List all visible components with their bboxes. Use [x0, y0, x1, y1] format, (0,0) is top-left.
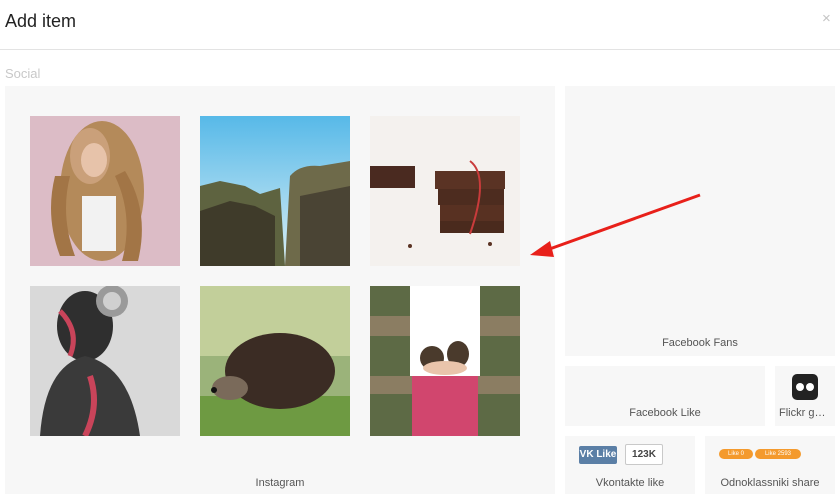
tile-label-facebook-like: Facebook Like: [629, 407, 701, 419]
body-paint-portrait-photo: [30, 286, 180, 436]
ok-like-button: Like 2593: [755, 449, 801, 459]
pinecones-in-hands-photo: [370, 286, 520, 436]
ok-like-button-text: Like: [727, 451, 739, 457]
ok-like-button-count: 0: [740, 451, 745, 457]
tile-label-facebook-fans: Facebook Fans: [662, 337, 738, 349]
tile-label-instagram: Instagram: [255, 477, 305, 489]
mountain-cliffs-photo: [200, 116, 350, 266]
dialog-header: Add item ×: [0, 0, 840, 50]
odnoklassniki-tile[interactable]: Like 0 Like 2593 Odnoklassniki share: [705, 436, 835, 494]
curly-haired-woman-photo: [30, 116, 180, 266]
red-arrow-icon: [530, 193, 701, 257]
facebook-like-tile[interactable]: Facebook Like: [565, 366, 765, 426]
vk-like-button: VK Like: [579, 446, 617, 464]
vk-like-count: 123K: [625, 444, 663, 465]
tile-label-vkontakte: Vkontakte like: [595, 477, 665, 489]
instagram-tile[interactable]: Instagram: [5, 86, 555, 494]
hedgehog-photo: [200, 286, 350, 436]
tile-label-odnoklassniki: Odnoklassniki share: [720, 477, 820, 489]
ok-like-button-text: Like: [764, 451, 776, 457]
ok-like-button: Like 0: [719, 449, 753, 459]
chocolate-bars-photo: [370, 116, 520, 266]
tile-label-flickr: Flickr gallery: [779, 407, 831, 419]
close-icon[interactable]: ×: [822, 10, 831, 27]
section-label: Social: [5, 66, 41, 81]
flickr-icon: [792, 374, 818, 400]
flickr-tile[interactable]: Flickr gallery: [775, 366, 835, 426]
ok-like-button-count: 2593: [777, 451, 792, 457]
dialog-title: Add item: [5, 11, 77, 31]
vkontakte-tile[interactable]: VK Like 123K Vkontakte like: [565, 436, 695, 494]
